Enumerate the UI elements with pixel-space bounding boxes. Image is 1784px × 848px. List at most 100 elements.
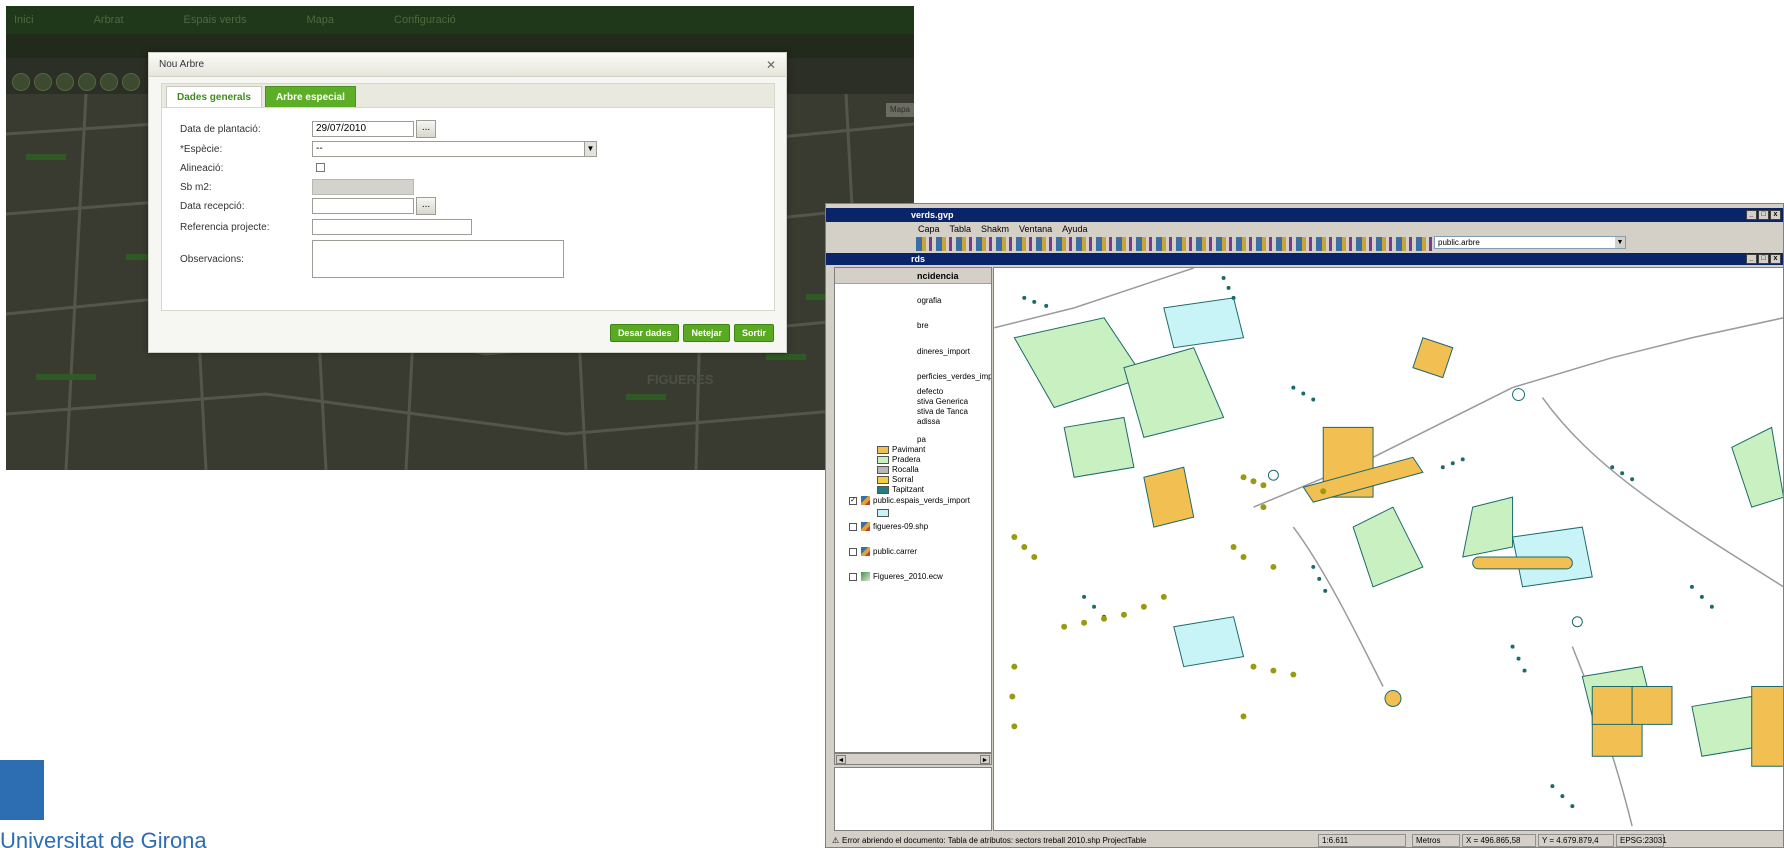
document-window-controls: _ □ x: [1746, 254, 1781, 264]
epsg-field: EPSG:23031: [1616, 834, 1667, 847]
toc-item[interactable]: dineres_import: [917, 347, 970, 356]
overview-map[interactable]: [834, 767, 992, 831]
add-icon[interactable]: [122, 73, 140, 91]
menu-shakm[interactable]: Shakm: [981, 222, 1009, 236]
dialog-footer: Desar dades Netejar Sortir: [609, 324, 774, 342]
layer-checkbox[interactable]: [849, 572, 857, 581]
legend-item: Pradera: [877, 455, 920, 464]
tab-dades-generals[interactable]: Dades generals: [166, 86, 262, 107]
gis-menubar: Capa Tabla Shakm Ventana Ayuda: [826, 222, 1783, 236]
alignment-checkbox[interactable]: [316, 163, 325, 172]
layer-item[interactable]: figueres-09.shp: [849, 522, 928, 532]
planting-date-picker-button[interactable]: ...: [416, 120, 436, 138]
nav-item-inici[interactable]: Inici: [14, 14, 34, 26]
nav-item-mapa[interactable]: Mapa: [307, 14, 335, 26]
project-reference-input[interactable]: [312, 219, 472, 235]
project-reference-label: Referencia projecte:: [180, 222, 270, 233]
layer-checkbox[interactable]: [849, 547, 857, 556]
legend-item: Pavimant: [877, 445, 925, 454]
x-coordinate: X = 496.865,58: [1462, 834, 1536, 847]
reception-date-input[interactable]: [312, 198, 414, 214]
document-titlebar: rds _ □ x: [826, 253, 1783, 265]
reception-date-picker-button[interactable]: ...: [416, 197, 436, 215]
nav-item-arbrat[interactable]: Arbrat: [94, 14, 124, 26]
info-icon[interactable]: [34, 73, 52, 91]
observations-label: Observacions:: [180, 254, 244, 265]
legend-label: Tapitzant: [892, 485, 925, 494]
active-layer-value: public.arbre: [1438, 238, 1480, 247]
chevron-down-icon[interactable]: ▼: [584, 142, 596, 156]
dialog-titlebar: Nou Arbre ✕: [149, 53, 786, 77]
chevron-down-icon[interactable]: ▼: [1615, 237, 1625, 248]
layer-item[interactable]: public.carrer: [849, 547, 917, 557]
exit-button[interactable]: Sortir: [733, 324, 774, 342]
zoom-icon[interactable]: [12, 73, 30, 91]
filter-icon[interactable]: [56, 73, 74, 91]
restore-icon[interactable]: □: [1758, 254, 1769, 264]
legend-label: Pavimant: [892, 445, 926, 454]
gis-titlebar: verds.gvp _ □ x: [826, 208, 1783, 222]
delete-icon[interactable]: [78, 73, 96, 91]
legend-swatch: [877, 445, 889, 454]
toc-item: pa: [917, 435, 926, 444]
maximize-icon[interactable]: □: [1758, 210, 1769, 220]
species-label: *Espècie:: [180, 144, 223, 155]
active-layer-select[interactable]: public.arbre ▼: [1434, 236, 1626, 249]
toc-item[interactable]: bre: [917, 321, 929, 330]
minimize-icon[interactable]: _: [1746, 254, 1757, 264]
layer-icon: [861, 522, 870, 532]
layer-item[interactable]: ✓ public.espais_verds_import: [849, 496, 970, 506]
status-bar: ⚠ Error abriendo el documento: Tabla de …: [826, 832, 1783, 847]
units-field: Metros: [1412, 834, 1460, 847]
tab-arbre-especial[interactable]: Arbre especial: [264, 86, 356, 107]
toc-horizontal-scrollbar[interactable]: ◄ ►: [834, 753, 992, 765]
layer-item[interactable]: Figueres_2010.ecw: [849, 572, 943, 582]
nav-item-espais-verds[interactable]: Espais verds: [184, 14, 247, 26]
close-icon[interactable]: x: [1770, 254, 1781, 264]
edit-icon[interactable]: [100, 73, 118, 91]
species-select[interactable]: -- ▼: [312, 141, 597, 157]
layer-label: Figueres_2010.ecw: [873, 572, 943, 581]
clear-button[interactable]: Netejar: [683, 324, 730, 342]
toc-item[interactable]: ografia: [917, 296, 941, 305]
planting-date-input[interactable]: 29/07/2010: [312, 121, 414, 137]
scale-input[interactable]: 1:6.611: [1318, 834, 1406, 847]
gis-desktop-window: verds.gvp _ □ x Capa Tabla Shakm Ventana…: [825, 203, 1784, 848]
toc-item: adissa: [917, 417, 941, 426]
save-button[interactable]: Desar dades: [609, 324, 680, 342]
sb-m2-label: Sb m2:: [180, 182, 212, 193]
legend-label: Pradera: [892, 455, 921, 464]
menu-ayuda[interactable]: Ayuda: [1062, 222, 1087, 236]
menu-ventana[interactable]: Ventana: [1019, 222, 1052, 236]
gis-toolbar[interactable]: [916, 237, 1436, 251]
species-select-value: --: [316, 143, 323, 154]
toc-item[interactable]: perficies_verdes_import: [917, 372, 991, 381]
map-switch-button[interactable]: Mapa: [886, 103, 914, 117]
toc-item: stiva Generica: [917, 397, 969, 406]
window-controls: _ □ x: [1746, 210, 1781, 220]
scroll-right-icon[interactable]: ►: [980, 755, 990, 764]
layer-checkbox[interactable]: ✓: [849, 496, 857, 505]
legend-item: [877, 508, 892, 517]
warning-icon: ⚠: [832, 836, 840, 845]
university-name: Universitat de Girona: [0, 828, 207, 848]
legend-label: Sorral: [892, 475, 914, 484]
legend-swatch: [877, 465, 889, 474]
observations-textarea[interactable]: [312, 240, 564, 278]
layer-label: public.espais_verds_import: [873, 496, 970, 505]
minimize-icon[interactable]: _: [1746, 210, 1757, 220]
legend-label: Rocalla: [892, 465, 919, 474]
new-tree-dialog: Nou Arbre ✕ Dades generals Arbre especia…: [148, 52, 787, 353]
close-icon[interactable]: ✕: [766, 58, 776, 72]
scroll-left-icon[interactable]: ◄: [836, 755, 846, 764]
layer-checkbox[interactable]: [849, 522, 857, 531]
map-view[interactable]: [993, 267, 1784, 831]
table-of-contents: ncidencia ografia bre dineres_import per…: [834, 267, 992, 753]
layer-icon: [861, 547, 870, 557]
close-icon[interactable]: x: [1770, 210, 1781, 220]
menu-capa[interactable]: Capa: [918, 222, 940, 236]
document-title: rds: [911, 254, 926, 264]
dialog-tabs: Dades generals Arbre especial: [161, 83, 775, 107]
nav-item-configuracio[interactable]: Configuració: [394, 14, 456, 26]
menu-tabla[interactable]: Tabla: [950, 222, 972, 236]
